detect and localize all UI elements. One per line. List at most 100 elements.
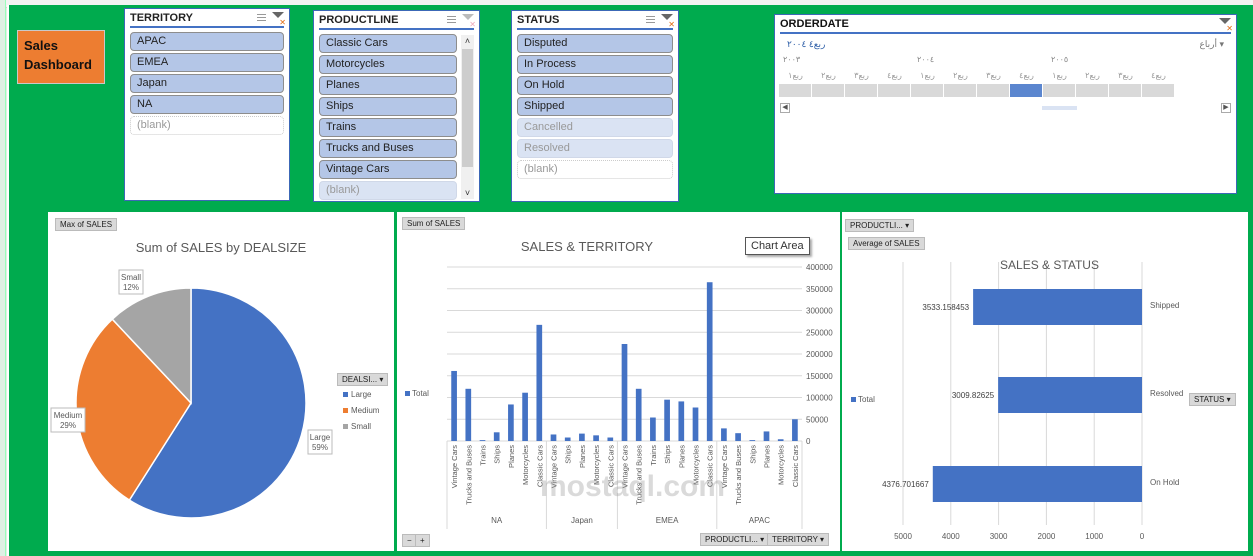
timeline-level-dropdown[interactable]: أرباع ▾: [1200, 39, 1225, 50]
legend-item: Large: [343, 390, 379, 399]
clear-filter-icon[interactable]: [272, 11, 286, 27]
slicer-title: STATUS: [517, 13, 560, 26]
group-label: NA: [491, 516, 503, 525]
data-label-name: Small: [121, 273, 141, 282]
bar: [465, 388, 472, 441]
slicer-item[interactable]: Trucks and Buses: [319, 139, 457, 158]
data-label-percent: 12%: [123, 283, 139, 292]
legend-swatch: [405, 391, 410, 396]
scroll-right-icon[interactable]: ▶: [1221, 103, 1231, 113]
legend-swatch: [343, 424, 348, 429]
slicer-item[interactable]: Motorcycles: [319, 55, 457, 74]
slicer-item[interactable]: Ships: [319, 97, 457, 116]
bar: [973, 289, 1142, 325]
y-tick-label: 350000: [806, 285, 833, 294]
legend-item: Total: [405, 389, 429, 398]
x-tick-label: 2000: [1038, 532, 1056, 541]
timeline-period-bar[interactable]: [1010, 84, 1042, 97]
legend-label: Total: [412, 389, 429, 398]
slicer-scrollbar[interactable]: ˄ ˅: [461, 35, 474, 199]
timeline-period-bar[interactable]: [878, 84, 910, 97]
slicer-item[interactable]: APAC: [130, 32, 284, 51]
bar: [792, 419, 798, 441]
scroll-up-icon[interactable]: ˄: [461, 35, 474, 47]
territory-filter-button[interactable]: TERRITORY ▾: [767, 533, 830, 546]
slicer-item[interactable]: In Process: [517, 55, 673, 74]
timeline-period-bar[interactable]: [1043, 84, 1075, 97]
y-tick-label: 250000: [806, 328, 833, 337]
timeline-period-bar[interactable]: [944, 84, 976, 97]
chart-title: SALES & STATUS: [1000, 258, 1099, 272]
slicer-item[interactable]: Classic Cars: [319, 34, 457, 53]
bar: [451, 370, 457, 441]
clear-filter-icon[interactable]: [462, 13, 476, 29]
timeline-period-bar[interactable]: [1142, 84, 1174, 97]
legend-label: Medium: [351, 406, 380, 415]
bar: [777, 439, 784, 441]
status-filter-button[interactable]: STATUS ▾: [1189, 393, 1236, 406]
timeline-year-label: ٢٠٠٥: [1051, 55, 1069, 64]
timeline-period-bar[interactable]: [1076, 84, 1108, 97]
pie-chart[interactable]: Max of SALES Sum of SALES by DEALSIZE La…: [48, 212, 394, 551]
slicer-item[interactable]: Shipped: [517, 97, 673, 116]
slicer-item[interactable]: Cancelled: [517, 118, 673, 137]
slicer-item[interactable]: (blank): [319, 181, 457, 200]
bar: [564, 437, 571, 441]
dealsize-filter-button[interactable]: DEALSI... ▾: [337, 373, 389, 386]
x-tick-label: Ships: [663, 445, 672, 464]
slicer-item[interactable]: Planes: [319, 76, 457, 95]
timeline-selection-label: ربع٤ ٢٠٠٤: [787, 39, 826, 49]
timeline-quarter-label: ربع٣: [1118, 71, 1133, 80]
x-tick-label: Planes: [578, 445, 587, 468]
scroll-thumb[interactable]: [462, 49, 473, 167]
slicer-item[interactable]: Resolved: [517, 139, 673, 158]
x-tick-label: 0: [1140, 532, 1145, 541]
timeline-period-bar[interactable]: [911, 84, 943, 97]
timeline-period-bar[interactable]: [977, 84, 1009, 97]
x-tick-label: 3000: [990, 532, 1008, 541]
slicer-item[interactable]: EMEA: [130, 53, 284, 72]
timeline-period-bar[interactable]: [779, 84, 811, 97]
status-chart[interactable]: PRODUCTLI... ▾ Average of SALES 5000 4000…: [842, 212, 1248, 551]
multi-select-icon[interactable]: [642, 14, 655, 25]
timeline-quarter-label: ربع٣: [986, 71, 1001, 80]
slicer-item[interactable]: (blank): [130, 116, 284, 135]
timeline-bars: [779, 84, 1174, 97]
bar: [493, 432, 500, 441]
y-tick-label: 50000: [806, 415, 829, 424]
slicer-item[interactable]: NA: [130, 95, 284, 114]
scroll-left-icon[interactable]: ◀: [780, 103, 790, 113]
bar: [522, 392, 528, 441]
zoom-in-button[interactable]: +: [415, 534, 430, 547]
timeline-scrollbar[interactable]: [1042, 106, 1077, 110]
timeline-quarter-label: ربع٤: [887, 71, 902, 80]
multi-select-icon[interactable]: [253, 12, 266, 23]
slicer-item[interactable]: Vintage Cars: [319, 160, 457, 179]
bar: [678, 401, 685, 441]
scroll-down-icon[interactable]: ˅: [461, 187, 474, 199]
legend-item: Small: [343, 422, 379, 431]
bar: [550, 434, 557, 441]
multi-select-icon[interactable]: [443, 14, 456, 25]
slicer-item[interactable]: Trains: [319, 118, 457, 137]
timeline-period-bar[interactable]: [812, 84, 844, 97]
category-label: Shipped: [1150, 301, 1179, 310]
x-tick-label: Vintage Cars: [450, 445, 459, 488]
clear-filter-icon[interactable]: [661, 13, 675, 29]
bar: [735, 433, 741, 441]
y-tick-label: 200000: [806, 350, 833, 359]
data-label-percent: 29%: [60, 421, 76, 430]
timeline-period-bar[interactable]: [1109, 84, 1141, 97]
slicer-item[interactable]: (blank): [517, 160, 673, 179]
timeline-quarter-label: ربع٢: [1085, 71, 1100, 80]
x-tick-label: Trucks and Buses: [464, 445, 473, 505]
clear-filter-icon[interactable]: [1219, 17, 1233, 33]
timeline-period-bar[interactable]: [845, 84, 877, 97]
slicer-item[interactable]: Disputed: [517, 34, 673, 53]
bar: [479, 440, 486, 441]
slicer-item[interactable]: Japan: [130, 74, 284, 93]
status-slicer: STATUS Disputed In Process On Hold Shipped C…: [511, 10, 679, 202]
slicer-item[interactable]: On Hold: [517, 76, 673, 95]
slicer-title: PRODUCTLINE: [319, 13, 399, 26]
productline-filter-button[interactable]: PRODUCTLI... ▾: [700, 533, 770, 546]
